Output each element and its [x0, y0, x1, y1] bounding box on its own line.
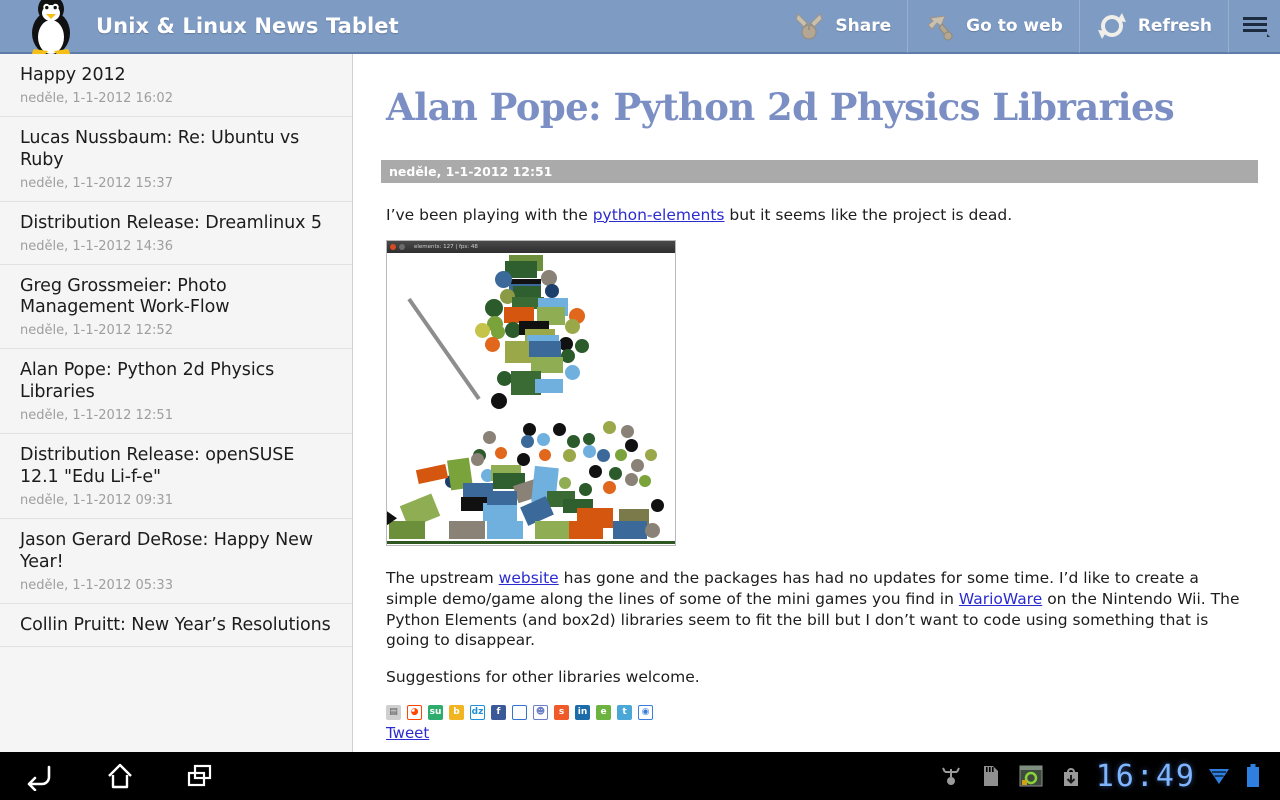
- status-clock: 16:49: [1095, 758, 1196, 794]
- article-date: neděle, 1-1-2012 12:51: [389, 163, 553, 179]
- system-status-icons[interactable]: [938, 763, 1090, 789]
- warioware-link[interactable]: WarioWare: [959, 590, 1042, 608]
- window-close-icon: [390, 244, 396, 251]
- google-buzz-icon[interactable]: ◉: [638, 705, 653, 721]
- p1-text-before: I’ve been playing with the: [386, 205, 593, 224]
- go-to-web-icon: [927, 15, 953, 41]
- website-link[interactable]: website: [499, 569, 559, 587]
- reddit-icon[interactable]: ◕: [407, 705, 422, 721]
- bebo-icon[interactable]: b: [449, 705, 464, 721]
- feed-item-date: neděle, 1-1-2012 12:52: [20, 323, 173, 339]
- article-pane[interactable]: Alan Pope: Python 2d Physics Libraries n…: [354, 54, 1280, 752]
- overflow-menu-icon: [1242, 17, 1270, 37]
- feed-item-title: Happy 2012: [20, 65, 126, 85]
- feed-item-title: Collin Pruitt: New Year’s Resolutions: [20, 614, 331, 635]
- refresh-icon: [1097, 13, 1126, 39]
- back-icon: [27, 765, 51, 791]
- home-icon: [108, 763, 132, 789]
- feed-item-title: Jason Gerard DeRose: Happy New Year!: [20, 529, 314, 572]
- download-icon: [1058, 763, 1084, 789]
- wifi-icon: [1206, 763, 1232, 789]
- feed-item-date: neděle, 1-1-2012 15:37: [20, 175, 173, 191]
- p1-text-after: but it seems like the project is dead.: [724, 205, 1013, 224]
- feed-item-date: neděle, 1-1-2012 09:31: [20, 492, 173, 508]
- share-button[interactable]: Share: [777, 0, 907, 53]
- refresh-button[interactable]: Refresh: [1078, 0, 1228, 53]
- tweet-button[interactable]: Tweet: [386, 724, 429, 742]
- back-button[interactable]: [0, 752, 80, 800]
- list-item[interactable]: Greg Grossmeier: Photo Management Work-F…: [0, 264, 352, 350]
- share-icon: [795, 13, 824, 40]
- list-item[interactable]: Lucas Nussbaum: Re: Ubuntu vs Ruby neděl…: [0, 116, 352, 202]
- app-title: Unix & Linux News Tablet: [96, 14, 399, 38]
- list-item[interactable]: Collin Pruitt: New Year’s Resolutions: [0, 603, 352, 648]
- sphinn-icon[interactable]: s: [554, 705, 569, 721]
- tablet-screen: Unix & Linux News Tablet Share Go to web: [0, 0, 1280, 800]
- refresh-label: Refresh: [1137, 16, 1212, 36]
- facebook-icon[interactable]: f: [491, 705, 506, 721]
- app-logo[interactable]: [0, 0, 96, 57]
- demo-stick: [407, 298, 481, 401]
- share-label: Share: [835, 16, 892, 36]
- tux-penguin-logo: [31, 0, 71, 57]
- page-title: Alan Pope: Python 2d Physics Libraries: [386, 85, 1175, 129]
- screenshot-window-titlebar: elements: 127 | fps: 48: [387, 241, 675, 254]
- feed-item-date: neděle, 1-1-2012 05:33: [20, 577, 173, 593]
- article-screenshot[interactable]: elements: 127 | fps: 48: [386, 240, 676, 547]
- window-minimize-icon: [399, 244, 405, 251]
- feed-item-title: Greg Grossmeier: Photo Management Work-F…: [20, 275, 230, 318]
- feed-item-title: Distribution Release: openSUSE 12.1 "Edu…: [20, 445, 295, 487]
- stumbleupon-icon[interactable]: su: [428, 705, 443, 721]
- tweet-row: Tweet: [386, 723, 1280, 742]
- list-item[interactable]: Distribution Release: Dreamlinux 5 neděl…: [0, 201, 352, 265]
- feed-item-date: neděle, 1-1-2012 12:51: [20, 408, 173, 423]
- technorati-icon[interactable]: e: [596, 705, 611, 721]
- action-bar: Unix & Linux News Tablet Share Go to web: [0, 0, 1280, 57]
- delicious-icon[interactable]: [512, 705, 527, 721]
- list-item[interactable]: Distribution Release: openSUSE 12.1 "Edu…: [0, 434, 352, 519]
- twitter-icon[interactable]: t: [617, 705, 632, 721]
- article-paragraph-2: The upstream website has gone and the pa…: [386, 568, 1246, 650]
- linkedin-icon[interactable]: in: [575, 705, 590, 721]
- signal-battery-group: [1206, 763, 1280, 789]
- feed-list[interactable]: Happy 2012 neděle, 1-1-2012 16:02 Lucas …: [0, 54, 353, 752]
- article-paragraph-1: I’ve been playing with the python-elemen…: [386, 205, 1246, 226]
- battery-icon: [1240, 763, 1266, 789]
- newsvine-icon[interactable]: ▤: [386, 705, 401, 721]
- physics-demo-canvas: [387, 253, 675, 546]
- sd-card-icon: [978, 763, 1004, 789]
- demo-ground-line: [387, 541, 675, 545]
- feed-item-date: neděle, 1-1-2012 14:36: [20, 238, 173, 254]
- system-navigation-bar: 16:49: [0, 752, 1280, 800]
- feed-item-title: Distribution Release: Dreamlinux 5: [20, 212, 322, 233]
- recent-apps-button[interactable]: [160, 752, 240, 800]
- feed-item-title: Lucas Nussbaum: Re: Ubuntu vs Ruby: [20, 127, 300, 170]
- screenshot-window-title: elements: 127 | fps: 48: [414, 244, 478, 251]
- python-elements-link[interactable]: python-elements: [593, 206, 725, 224]
- article-date-bar: neděle, 1-1-2012 12:51: [381, 159, 1258, 183]
- go-to-web-button[interactable]: Go to web: [907, 0, 1079, 53]
- myspace-icon[interactable]: ☻: [533, 705, 548, 721]
- feed-item-title: Alan Pope: Python 2d Physics Libraries: [20, 360, 275, 403]
- list-item[interactable]: Happy 2012 neděle, 1-1-2012 16:02: [0, 54, 352, 117]
- go-to-web-label: Go to web: [966, 16, 1063, 36]
- article-paragraph-3: Suggestions for other libraries welcome.: [386, 667, 700, 686]
- usb-debug-icon: [938, 763, 964, 789]
- home-button[interactable]: [80, 752, 160, 800]
- designfloat-icon[interactable]: dz: [470, 705, 485, 721]
- recent-apps-icon: [187, 764, 212, 787]
- screenshot-icon: [1018, 763, 1044, 789]
- overflow-menu-button[interactable]: [1228, 0, 1280, 53]
- feed-item-date: neděle, 1-1-2012 16:02: [20, 90, 173, 106]
- list-item[interactable]: Jason Gerard DeRose: Happy New Year! ned…: [0, 518, 352, 604]
- social-share-row: ▤ ◕ su b dz f ☻ s in e t ◉: [386, 705, 1280, 721]
- list-item-selected[interactable]: Alan Pope: Python 2d Physics Libraries n…: [0, 349, 352, 434]
- p2-text-a: The upstream: [386, 569, 499, 588]
